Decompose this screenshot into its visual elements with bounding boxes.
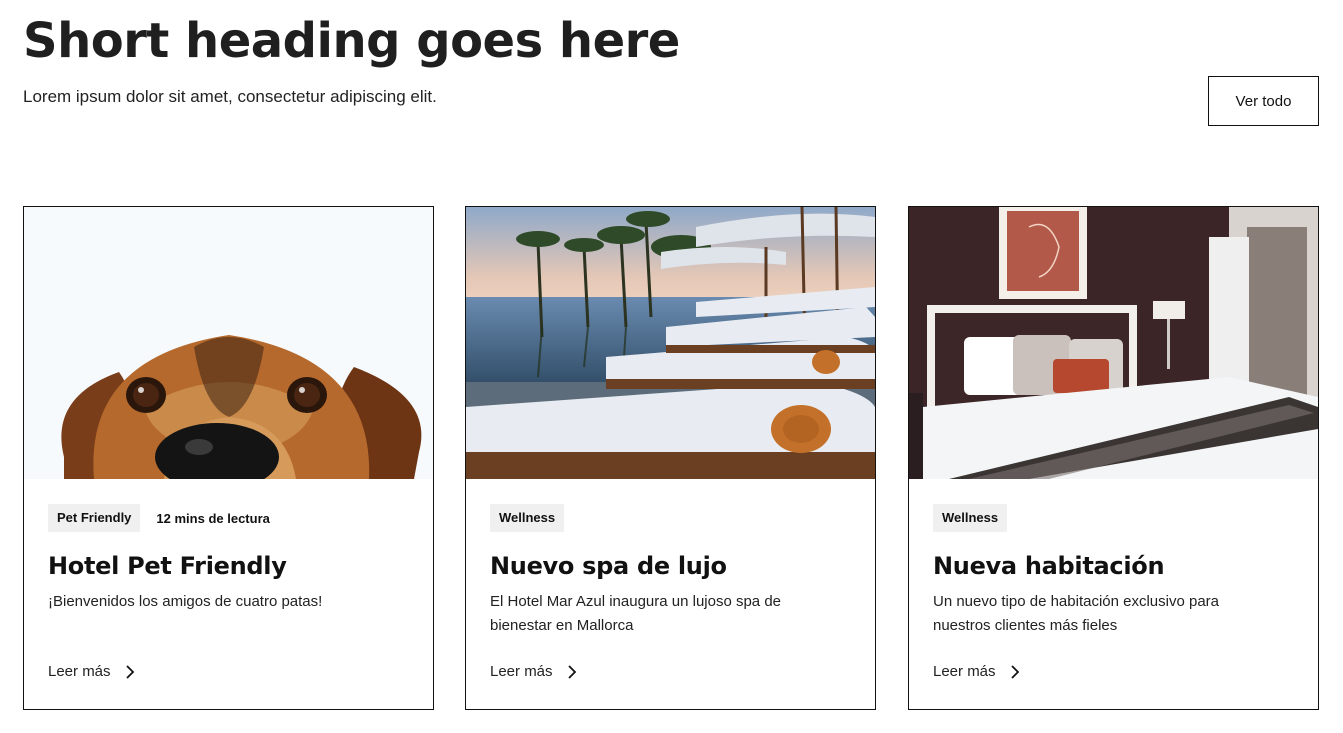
hotel-bedroom-photo [909,207,1318,479]
card-description: El Hotel Mar Azul inaugura un lujoso spa… [490,593,782,634]
card-title[interactable]: Nuevo spa de lujo [490,551,727,581]
article-card-pet-friendly[interactable]: Pet Friendly 12 mins de lectura Hotel Pe… [23,206,434,710]
category-tag: Wellness [933,504,1008,532]
card-meta: Pet Friendly 12 mins de lectura [48,504,270,532]
article-card-room[interactable]: Wellness Nueva habitación Un nuevo tipo … [908,206,1319,710]
read-more-link[interactable]: Leer más [490,663,577,680]
chevron-right-icon [567,664,576,679]
card-description: Un nuevo tipo de habitación exclusivo pa… [933,593,1220,634]
read-more-link[interactable]: Leer más [933,663,1020,680]
read-time: 12 mins de lectura [156,510,270,526]
card-meta: Wellness [933,504,1008,532]
page-subtitle: Lorem ipsum dolor sit amet, consectetur … [23,87,437,106]
page-title: Short heading goes here [23,13,680,69]
dog-peeking-photo [24,207,433,479]
read-more-link[interactable]: Leer más [48,663,135,680]
read-more-label: Leer más [933,663,996,680]
chevron-right-icon [1010,664,1019,679]
card-description: ¡Bienvenidos los amigos de cuatro patas! [48,593,323,610]
read-more-label: Leer más [48,663,111,680]
category-tag: Pet Friendly [48,504,141,532]
poolside-loungers-photo [466,207,875,479]
card-title[interactable]: Nueva habitación [933,551,1165,581]
chevron-right-icon [125,664,134,679]
article-card-spa[interactable]: Wellness Nuevo spa de lujo El Hotel Mar … [465,206,876,710]
read-more-label: Leer más [490,663,553,680]
card-meta: Wellness [490,504,565,532]
card-title[interactable]: Hotel Pet Friendly [48,551,287,581]
view-all-button[interactable]: Ver todo [1208,76,1319,126]
category-tag: Wellness [490,504,565,532]
